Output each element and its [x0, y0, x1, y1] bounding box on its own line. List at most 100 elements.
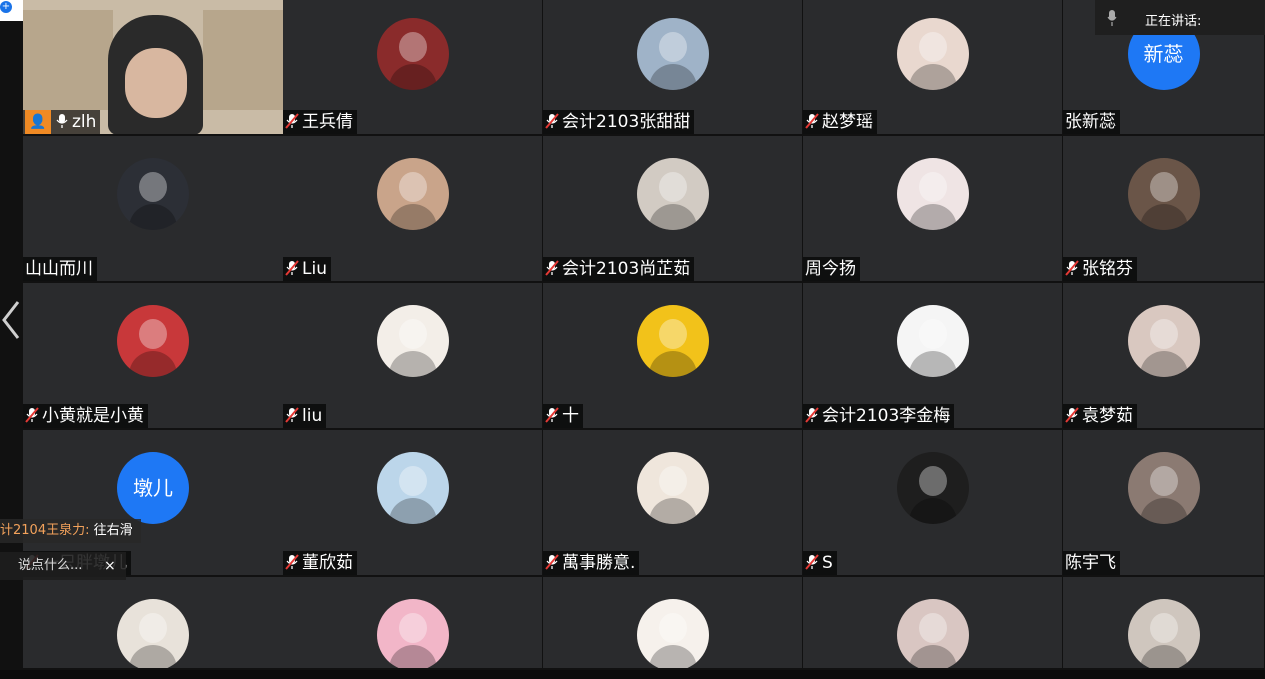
- avatar: [1127, 158, 1200, 230]
- participant-name: zlh: [72, 112, 97, 132]
- participant-tile[interactable]: 会计2103张甜甜: [543, 0, 803, 136]
- participant-name-label: Liu: [283, 257, 331, 281]
- muted-microphone-icon: [545, 554, 559, 570]
- avatar: [636, 452, 709, 524]
- participant-name: 十: [562, 406, 579, 426]
- participant-name-label: 王兵倩: [283, 110, 357, 134]
- participant-name: 萬事勝意.: [562, 553, 636, 573]
- avatar: [636, 18, 709, 90]
- avatar: [376, 305, 449, 377]
- participant-tile[interactable]: 小黄就是小黄: [23, 283, 284, 430]
- avatar: [1127, 599, 1200, 668]
- avatar: [896, 158, 969, 230]
- muted-microphone-icon: [285, 407, 299, 423]
- participant-name-label: 萬事勝意.: [543, 551, 640, 575]
- participant-tile[interactable]: 王兵倩: [283, 0, 543, 136]
- participant-tile[interactable]: [23, 577, 284, 670]
- avatar: [376, 158, 449, 230]
- chat-input-placeholder: 说点什么...: [18, 558, 83, 573]
- chat-message-text: 往右滑: [93, 523, 133, 538]
- chat-message: 计2104王泉力: 往右滑: [0, 519, 141, 543]
- bottom-bar: [0, 670, 1265, 679]
- avatar: [376, 599, 449, 668]
- muted-microphone-icon: [545, 260, 559, 276]
- participant-tile[interactable]: 周今扬: [803, 136, 1063, 283]
- muted-microphone-icon: [25, 407, 39, 423]
- close-icon[interactable]: ×: [104, 552, 116, 580]
- participant-tile[interactable]: Liu: [283, 136, 543, 283]
- participant-name: 会计2103李金梅: [822, 406, 951, 426]
- participant-name-label: liu: [283, 404, 327, 428]
- participant-name-label: 会计2103李金梅: [803, 404, 955, 428]
- participant-name: 山山而川: [25, 259, 93, 279]
- speaking-label: 正在讲话:: [1145, 14, 1202, 29]
- participant-name-label: 董欣茹: [283, 551, 357, 575]
- participant-tile[interactable]: 萬事勝意.: [543, 430, 803, 577]
- participant-tile[interactable]: S: [803, 430, 1063, 577]
- participant-tile[interactable]: [283, 577, 543, 670]
- microphone-icon: [1107, 10, 1117, 26]
- avatar: [896, 18, 969, 90]
- participant-name: S: [822, 553, 833, 573]
- participant-name-label: 山山而川: [23, 257, 97, 281]
- participant-name-label: 赵梦瑶: [803, 110, 877, 134]
- participant-name: 董欣茹: [302, 553, 353, 573]
- participant-tile[interactable]: 会计2103李金梅: [803, 283, 1063, 430]
- muted-microphone-icon: [285, 554, 299, 570]
- avatar: [1127, 452, 1200, 524]
- participant-name-label: 张铭芬: [1063, 257, 1137, 281]
- muted-microphone-icon: [545, 407, 559, 423]
- participant-name: 会计2103张甜甜: [562, 112, 691, 132]
- avatar: [376, 452, 449, 524]
- participant-name-label: 会计2103张甜甜: [543, 110, 695, 134]
- avatar: [1127, 305, 1200, 377]
- participant-name: 张新蕊: [1065, 112, 1116, 132]
- participant-name: Liu: [302, 259, 327, 279]
- participant-tile[interactable]: 袁梦茹: [1063, 283, 1265, 430]
- avatar: [896, 599, 969, 668]
- avatar: [636, 158, 709, 230]
- participant-name: 王兵倩: [302, 112, 353, 132]
- participant-tile[interactable]: 会计2103尚芷茹: [543, 136, 803, 283]
- chat-input[interactable]: 说点什么... ×: [0, 552, 126, 580]
- muted-microphone-icon: [545, 113, 559, 129]
- avatar: [117, 305, 189, 377]
- participant-tile[interactable]: liu: [283, 283, 543, 430]
- participant-tile[interactable]: 👤 zlh: [23, 0, 284, 136]
- participant-tile[interactable]: [803, 577, 1063, 670]
- left-edge-strip: [0, 21, 23, 679]
- participant-grid: 👤 zlh 王兵倩 会计2103张甜甜 赵梦瑶 新蕊 张新蕊 山山而川 Liu 会计2103尚芷茹…: [23, 0, 1265, 670]
- avatar: [636, 599, 709, 668]
- participant-tile[interactable]: 张铭芬: [1063, 136, 1265, 283]
- participant-name-label: 张新蕊: [1063, 110, 1120, 134]
- muted-microphone-icon: [805, 407, 819, 423]
- avatar-initials: 墩儿: [117, 452, 189, 524]
- participant-name: 陈宇飞: [1065, 553, 1116, 573]
- participant-tile[interactable]: 董欣茹: [283, 430, 543, 577]
- participant-name: 袁梦茹: [1082, 406, 1133, 426]
- participant-name: 赵梦瑶: [822, 112, 873, 132]
- participant-name: 会计2103尚芷茹: [562, 259, 691, 279]
- participant-tile[interactable]: 山山而川: [23, 136, 284, 283]
- avatar: [376, 18, 449, 90]
- participant-name-label: S: [803, 551, 837, 575]
- participant-name: 张铭芬: [1082, 259, 1133, 279]
- participant-name-label: 👤 zlh: [23, 110, 101, 134]
- avatar: [117, 599, 189, 668]
- plus-icon[interactable]: +: [0, 1, 12, 13]
- chat-message-sender: 计2104王泉力:: [0, 523, 90, 538]
- avatar: [896, 452, 969, 524]
- microphone-icon: [56, 114, 68, 128]
- participant-tile[interactable]: 十: [543, 283, 803, 430]
- speaking-indicator: 正在讲话:: [1095, 0, 1265, 35]
- participant-name: 周今扬: [805, 259, 856, 279]
- participant-tile[interactable]: 赵梦瑶: [803, 0, 1063, 136]
- avatar: [117, 158, 189, 230]
- participant-tile[interactable]: [1063, 577, 1265, 670]
- participant-name-label: 小黄就是小黄: [23, 404, 148, 428]
- participant-tile[interactable]: 陈宇飞: [1063, 430, 1265, 577]
- host-icon: 👤: [25, 110, 51, 134]
- previous-page-chevron-icon[interactable]: [0, 298, 24, 342]
- participant-tile[interactable]: [543, 577, 803, 670]
- participant-name-label: 袁梦茹: [1063, 404, 1137, 428]
